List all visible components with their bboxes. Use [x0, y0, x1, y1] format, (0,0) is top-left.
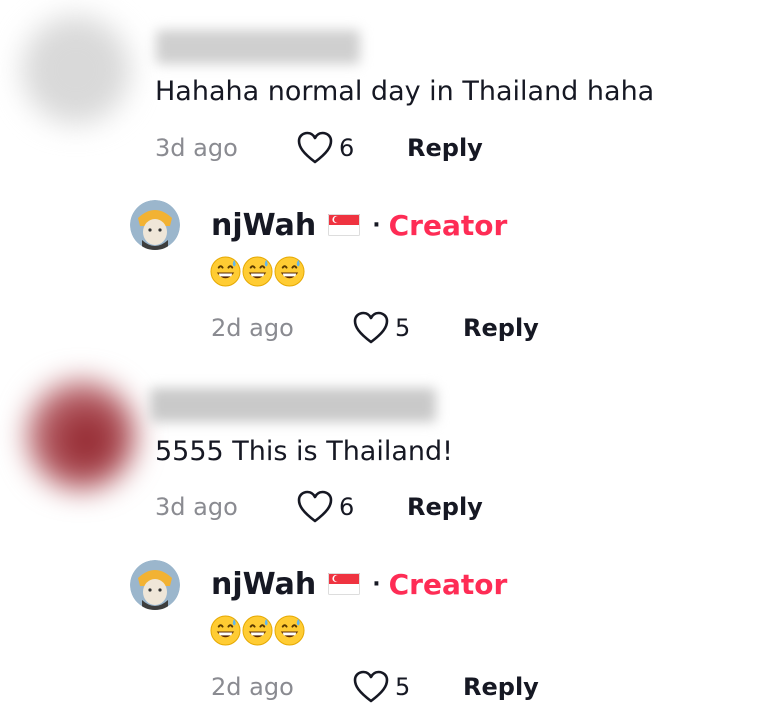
reply-button[interactable]: Reply	[463, 673, 539, 701]
like-button[interactable]: 6	[297, 490, 407, 524]
singapore-flag-icon	[328, 573, 361, 595]
reply-button[interactable]: Reply	[407, 493, 483, 521]
creator-avatar[interactable]	[130, 560, 180, 610]
heart-icon	[297, 490, 333, 523]
comment-timestamp: 3d ago	[155, 493, 238, 521]
comment-item: 5555 This is Thailand! 3d ago 6 Reply nj…	[0, 0, 764, 726]
commenter-avatar[interactable]	[26, 380, 136, 490]
creator-badge: Creator	[388, 567, 508, 601]
commenter-username-blurred[interactable]	[150, 388, 436, 422]
like-button[interactable]: 5	[353, 670, 463, 704]
reply-timestamp: 2d ago	[211, 673, 294, 701]
heart-icon	[353, 670, 389, 703]
reply-emoji-text	[210, 615, 305, 646]
reply-header: njWah · Creator	[211, 564, 507, 604]
separator-dot: ·	[372, 571, 381, 597]
grinning-sweat-emoji-icon	[274, 615, 305, 646]
comment-text: 5555 This is Thailand!	[155, 436, 453, 467]
reply-username[interactable]: njWah	[211, 567, 316, 602]
like-count: 5	[395, 673, 411, 701]
like-count: 6	[339, 493, 355, 521]
reply-meta: 2d ago 5 Reply	[211, 667, 539, 707]
grinning-sweat-emoji-icon	[242, 615, 273, 646]
comment-meta: 3d ago 6 Reply	[155, 487, 483, 527]
grinning-sweat-emoji-icon	[210, 615, 241, 646]
